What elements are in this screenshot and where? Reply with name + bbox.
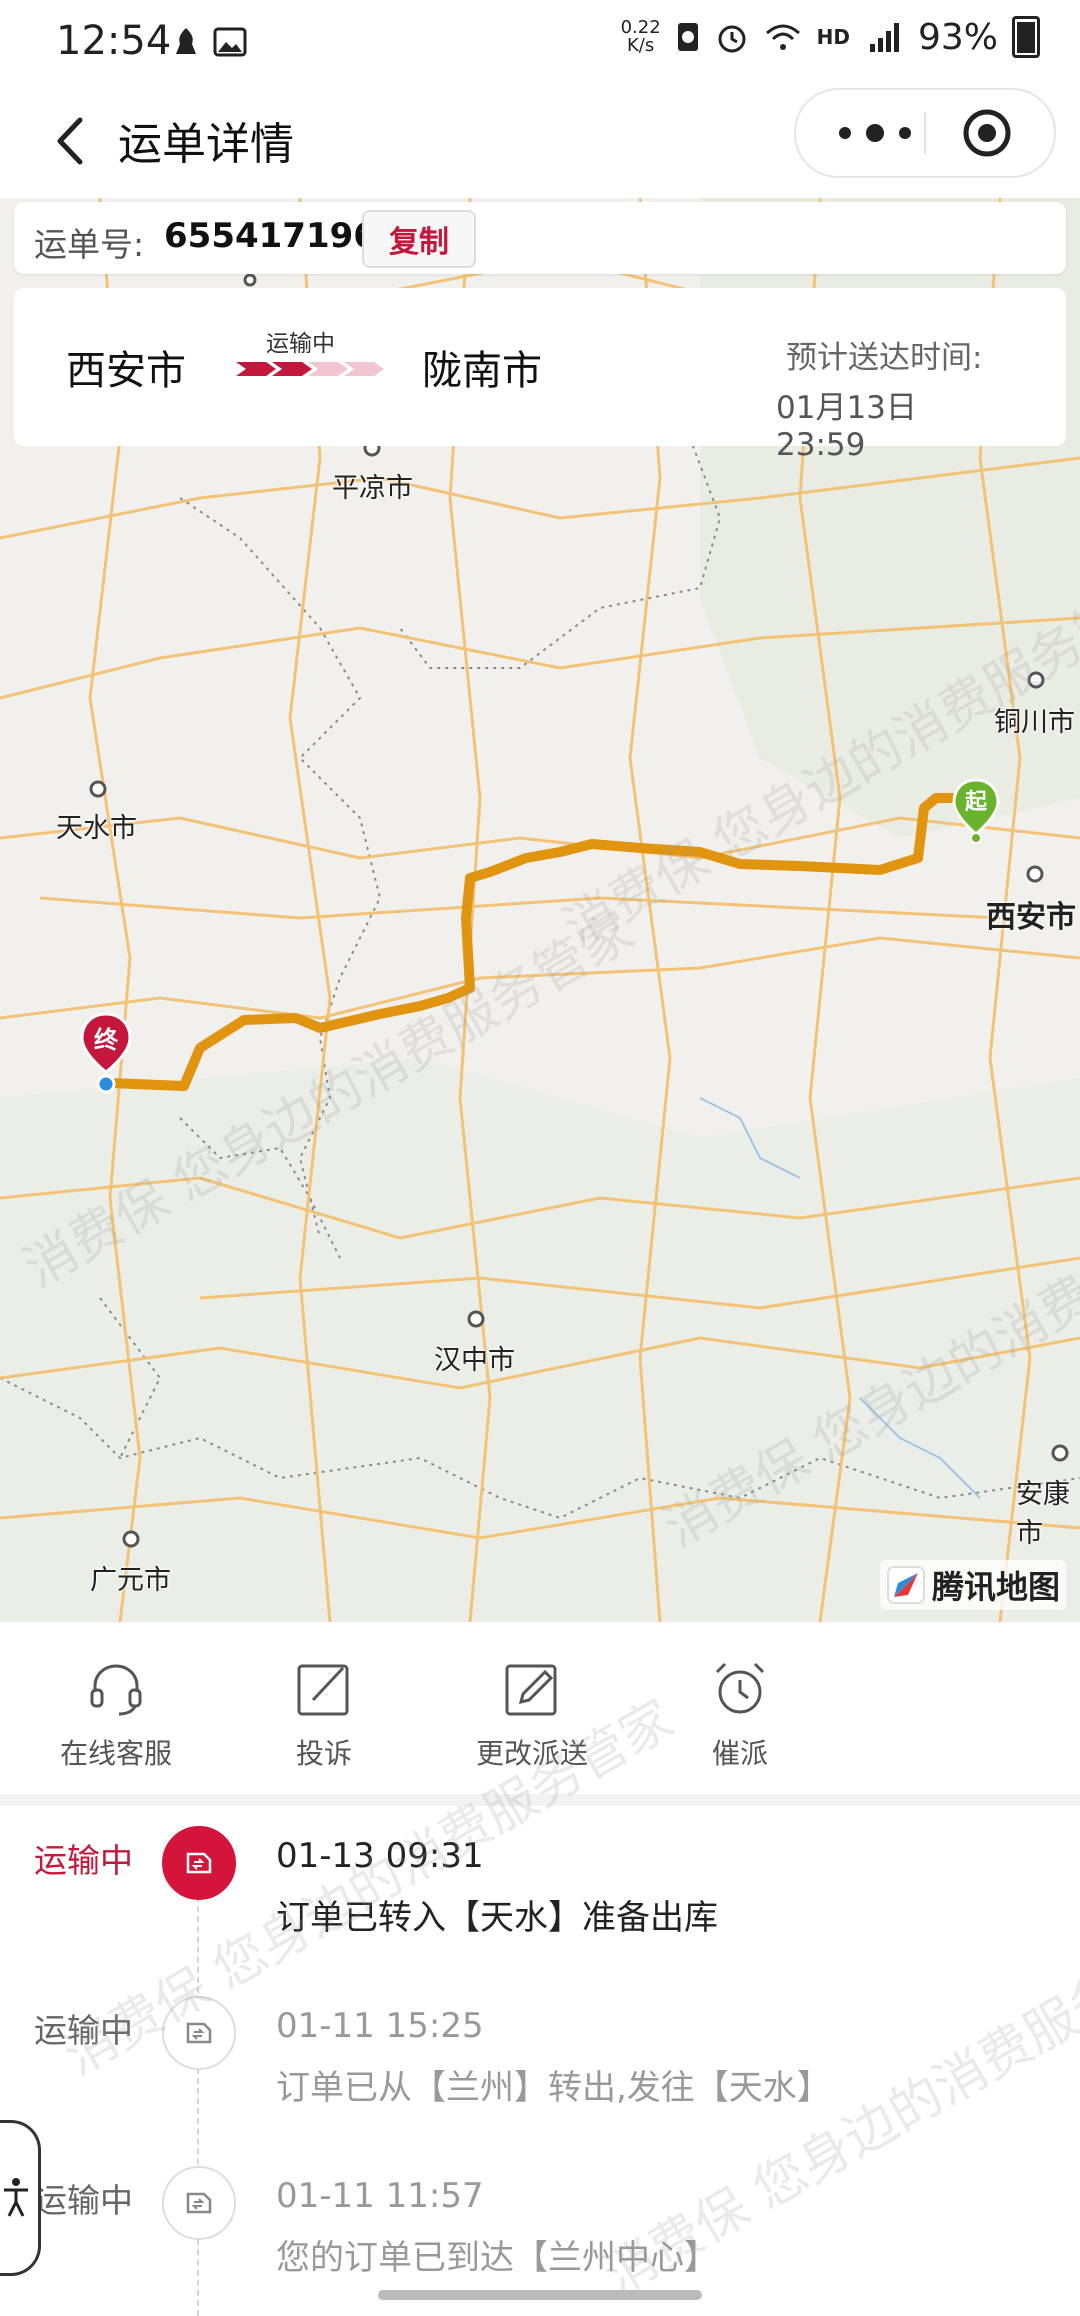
action-bar: 在线客服 投诉 更改派送 催派 <box>0 1622 1080 1794</box>
copy-button[interactable]: 复制 <box>362 210 476 268</box>
alarm-clock-icon <box>715 1662 765 1714</box>
complaint-button[interactable]: 投诉 <box>224 1658 424 1772</box>
timeline-status: 运输中 <box>34 2181 133 2220</box>
wifi-icon <box>765 24 800 50</box>
pencil-box-icon <box>505 1664 557 1716</box>
action-label: 催派 <box>711 1737 768 1770</box>
map-brand: 腾讯地图 <box>880 1560 1067 1610</box>
timeline-item: 运输中 01-11 15:25 订单已从【兰州】转出,发往【天水】 <box>0 1976 1080 2136</box>
waybill-label: 运单号: <box>34 225 145 264</box>
status-time: 12:54 <box>56 18 172 64</box>
city-label-pingliang: 平凉市 <box>332 473 413 504</box>
page-title: 运单详情 <box>118 119 294 170</box>
route-status: 运输中 <box>266 331 335 357</box>
truck-icon <box>162 2166 236 2240</box>
timeline-status: 运输中 <box>34 2011 133 2050</box>
hd-indicator: HD <box>816 25 850 49</box>
more-icon[interactable] <box>832 116 918 150</box>
accessibility-icon <box>4 2178 28 2217</box>
timeline-desc: 您的订单已到达【兰州中心】 <box>276 2238 718 2278</box>
close-miniprogram-icon[interactable] <box>962 108 1012 158</box>
eta-value: 01月13日 23:59 <box>776 390 917 463</box>
timeline-item: 运输中 01-13 09:31 订单已转入【天水】准备出库 <box>0 1806 1080 1966</box>
net-speed: 0.22 K/s <box>620 17 661 56</box>
timeline-time: 01-11 15:25 <box>276 2006 484 2046</box>
edit-box-icon <box>297 1664 349 1716</box>
progress-arrows-icon <box>236 362 384 376</box>
city-label-hanzhong: 汉中市 <box>434 1345 515 1376</box>
accessibility-button[interactable] <box>0 2120 41 2276</box>
notification-app-icon <box>176 28 196 54</box>
truck-icon <box>162 1996 236 2070</box>
action-label: 在线客服 <box>59 1737 172 1770</box>
start-marker-label: 起 <box>964 790 987 815</box>
timeline-status: 运输中 <box>34 1841 133 1880</box>
battery-percent: 93% <box>917 16 998 58</box>
start-marker[interactable]: 起 <box>950 776 1002 844</box>
signal-icon <box>869 23 899 52</box>
change-delivery-button[interactable]: 更改派送 <box>432 1658 632 1772</box>
action-label: 更改派送 <box>475 1737 588 1770</box>
timeline-desc: 订单已转入【天水】准备出库 <box>276 1898 718 1938</box>
urge-delivery-button[interactable]: 催派 <box>640 1658 840 1772</box>
city-label-xian: 西安市 <box>986 900 1076 935</box>
waybill-bar: 运单号: 6554171963 复制 <box>14 202 1066 274</box>
origin-city: 西安市 <box>66 348 186 394</box>
route-card: 西安市 运输中 陇南市 预计送达时间: 01月13日 23:59 <box>14 288 1066 463</box>
timeline-time: 01-13 09:31 <box>276 1836 484 1876</box>
section-divider <box>0 1794 1080 1806</box>
action-label: 投诉 <box>295 1737 352 1770</box>
status-bar: 12:54 0.22 K/s HD 93% <box>0 0 1080 88</box>
city-label-tongchuan: 铜川市 <box>994 707 1075 738</box>
home-indicator[interactable] <box>378 2290 702 2300</box>
back-arrow-icon[interactable] <box>36 106 106 176</box>
city-label-ankang: 安康市 <box>1016 1479 1070 1549</box>
title-bar: 运单详情 <box>0 88 1080 198</box>
online-service-button[interactable]: 在线客服 <box>16 1658 216 1772</box>
city-label-tianshui: 天水市 <box>56 813 137 844</box>
recycle-icon <box>677 23 698 51</box>
truck-icon <box>162 1826 236 1900</box>
headset-icon <box>90 1664 142 1716</box>
alarm-icon <box>718 25 746 53</box>
destination-city: 陇南市 <box>422 348 542 394</box>
timeline-item: 运输中 01-11 11:57 您的订单已到达【兰州中心】 <box>0 2146 1080 2306</box>
end-marker[interactable]: 终 <box>78 1010 134 1094</box>
eta-label: 预计送达时间: <box>786 340 983 376</box>
tencent-map-logo-icon <box>887 1566 925 1604</box>
timeline-desc: 订单已从【兰州】转出,发往【天水】 <box>276 2068 831 2108</box>
city-label-guangyuan: 广元市 <box>90 1565 171 1596</box>
map-brand-label: 腾讯地图 <box>932 1568 1061 1606</box>
timeline-time: 01-11 11:57 <box>276 2176 484 2216</box>
tracking-timeline: 运输中 01-13 09:31 订单已转入【天水】准备出库 运输中 01-11 … <box>0 1689 1080 2316</box>
miniprogram-capsule <box>794 88 1056 178</box>
gallery-icon <box>213 27 247 57</box>
end-marker-label: 终 <box>94 1026 118 1054</box>
battery-icon <box>1012 16 1040 58</box>
